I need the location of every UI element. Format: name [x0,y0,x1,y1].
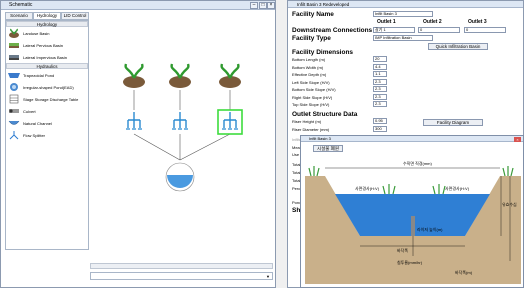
element-palette: Hydrology Landuse Basin Lateral Pervious… [5,20,89,250]
natural-channel-icon [8,120,20,125]
tab-hydrology[interactable]: Hydrology [33,12,61,20]
dimensions-label: Facility Dimensions [292,49,354,56]
dimension-label: Top Side Slope (H/V) [292,102,330,107]
palette-item-irregular-pond[interactable]: Irregular-shaped Pond(EAD) [6,81,88,93]
top-width-label: 수직면 직경(mm) [403,160,433,166]
facility-type-input[interactable]: IMP Infiltration Basin [373,35,433,41]
palette-label: Lateral Pervious Basin [23,42,64,48]
dimension-label: Bottom Width (m) [292,64,324,70]
flow-splitter-icon [9,131,19,140]
palette-label: Natural Channel [23,120,52,126]
palette-item-flow-splitter[interactable]: Flow Splitter [6,129,88,141]
popup-title: Infilt Basin 3 [301,136,523,142]
tab-lid-control[interactable]: LID Control [61,12,89,20]
schematic-title: Schematic [9,2,33,8]
depth-label: 유효수심 [502,201,517,207]
palette-label: Stage Storage Discharge Table [23,96,79,102]
palette-label: Flow Splitter [23,132,46,138]
dimension-label: Effective Depth (m) [292,72,327,77]
facility-name-input[interactable]: Infilt Basin 3 [373,11,433,17]
palette-item-culvert[interactable]: Culvert [6,105,88,117]
schematic-diagram [123,63,243,192]
basin-node-1[interactable] [123,63,145,88]
dimension-input[interactable]: 2.3 [373,86,387,92]
palette-item-natural-channel[interactable]: Natural Channel [6,117,88,129]
outlet-structure-label: Outlet Structure Data [292,111,358,118]
dimension-input[interactable]: 2.3 [373,93,387,100]
downstream-outlet-2[interactable]: 0 [418,27,460,33]
basin-node-3[interactable] [219,63,241,88]
chevron-down-icon: ▼ [266,274,270,279]
dimension-label: Bottom Length (m) [292,57,326,62]
basin-node-2[interactable] [169,63,191,88]
dimension-input[interactable]: 2.3 [373,101,387,107]
palette-label: Lateral Impervious Basin [23,54,68,60]
outer-width-label: 바닥폭(m) [455,269,473,275]
facility-diagram-popup: Infilt Basin 3 × 시설물 폐원 수직면 직경(mm) 사면경사(… [300,135,524,288]
palette-item-trapezoidal-pond[interactable]: Trapezoidal Pond [6,69,88,81]
trapezoidal-pond-icon [8,73,20,78]
left-slope-label: 사면경사(H:V) [355,185,380,191]
tab-scenario[interactable]: Scenario [5,12,33,20]
riser-label: 라이저 높이(m) [417,226,443,232]
dimension-label: Bottom Side Slope (H/V) [292,87,336,92]
maximize-button[interactable]: □ [259,2,267,9]
infiltration-node-1[interactable] [126,112,142,130]
infiltration-node-2[interactable] [172,112,188,130]
dimension-label: Left Side Slope (H/V) [292,79,330,85]
culvert-icon [9,109,19,113]
dimension-input[interactable]: 20 [373,56,387,62]
infiltration-node-3-selected[interactable] [217,109,243,135]
downstream-outlet-1[interactable]: 갈기 1 [373,27,415,33]
palette-item-lateral-pervious[interactable]: Lateral Pervious Basin [6,39,88,51]
landuse-basin-icon [9,28,19,38]
facility-name-label: Facility Name [292,11,334,18]
downstream-label: Downstream Connections [292,27,373,34]
stage-storage-icon [9,94,19,104]
dimension-input[interactable]: 4.4 [373,63,387,70]
downstream-outlet-3[interactable]: 0 [464,27,506,33]
canvas-horizontal-scrollbar[interactable] [90,263,273,269]
editor-title: Infilt Basin 3 Redeveloped [288,1,523,8]
pond-node[interactable] [165,162,195,192]
minimize-button[interactable]: – [250,2,258,9]
palette-item-lateral-impervious[interactable]: Lateral Impervious Basin [6,51,88,63]
schematic-canvas[interactable] [90,12,273,270]
riser-height-input[interactable]: 0.95 [373,118,387,124]
trapezoid-cross-section-diagram: 수직면 직경(mm) 사면경사(H:V) 사면경사(H:V) 유효수심 라이저 … [305,160,521,284]
right-slope-label: 사면경사(H:V) [445,185,470,191]
quick-infiltration-basin-button[interactable]: Quick Infiltration Basin [428,43,488,50]
popup-close-icon[interactable]: × [514,137,521,142]
palette-label: Trapezoidal Pond [23,72,55,78]
facility-diagram-button[interactable]: Facility Diagram [423,119,483,126]
impervious-basin-icon [9,55,19,60]
palette-label: Culvert [23,108,36,114]
facility-type-label: Facility Type [292,35,331,42]
bottom-label: 바닥폭 [397,247,408,253]
palette-label: Landuse Basin [23,30,50,36]
schematic-dropdown[interactable]: ▼ [90,272,273,280]
close-button[interactable]: × [267,2,275,9]
riser-diameter-input[interactable]: 300 [373,126,387,132]
infiltration-rate-label: 침투율(mm/hr) [397,259,423,265]
schematic-window: Schematic – □ × Scenario Hydrology LID C… [0,0,276,288]
riser-height-label: Riser Height (m) [292,119,322,124]
schematic-title-bar: Schematic [1,1,275,10]
irregular-pond-icon [10,83,18,91]
pervious-basin-icon [9,43,19,48]
outlet-2-header: Outlet 2 [423,19,442,25]
palette-item-landuse-basin[interactable]: Landuse Basin [6,27,88,39]
dimension-input[interactable]: 2.3 [373,78,387,85]
outlet-1-header: Outlet 1 [377,19,396,25]
palette-item-stage-storage[interactable]: Stage Storage Discharge Table [6,93,88,105]
popup-action-button[interactable]: 시설물 폐원 [313,145,343,152]
dimension-label: Right Side Slope (H/V) [292,94,333,100]
palette-label: Irregular-shaped Pond(EAD) [23,84,74,90]
riser-diameter-label: Riser Diameter (mm) [292,127,330,132]
dimension-input[interactable]: 1.1 [373,71,387,77]
outlet-3-header: Outlet 3 [468,19,487,25]
